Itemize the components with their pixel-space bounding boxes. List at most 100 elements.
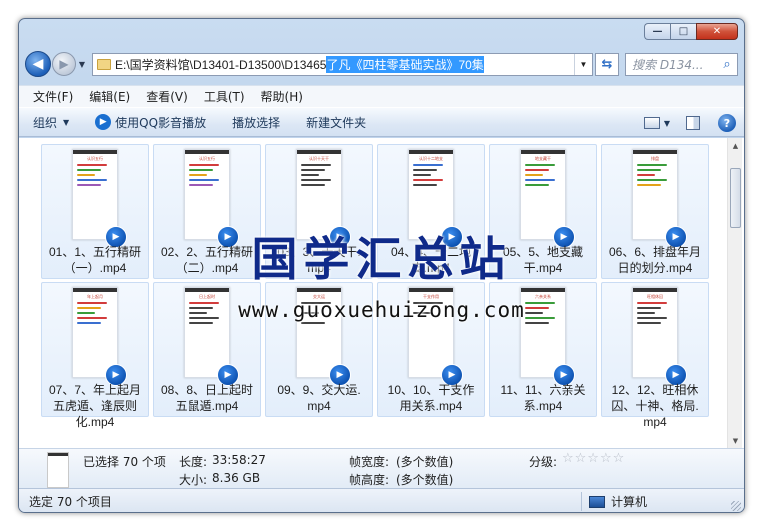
thumbnail-text-line bbox=[637, 164, 667, 166]
thumbnail-text-line bbox=[77, 164, 107, 166]
file-name: 08、8、日上起时 五鼠遁.mp4 bbox=[156, 382, 258, 414]
file-name-line: 09、9、交大运. bbox=[277, 383, 361, 397]
thumbnail-text-line bbox=[525, 322, 549, 324]
menu-tools[interactable]: 工具(T) bbox=[204, 88, 245, 105]
size-value: 8.36 GB bbox=[212, 471, 261, 485]
thumbnail-text-line bbox=[301, 164, 331, 166]
help-icon[interactable]: ? bbox=[718, 114, 736, 132]
thumbnail-text-line bbox=[413, 174, 431, 176]
back-button[interactable]: ◀ bbox=[25, 51, 51, 77]
forward-button[interactable]: ▶ bbox=[52, 52, 76, 76]
address-dropdown-icon[interactable]: ▼ bbox=[574, 53, 592, 75]
thumbnail-text-line bbox=[301, 184, 325, 186]
thumbnail-status-bar bbox=[633, 288, 677, 292]
command-bar-right: ▼ ? bbox=[643, 114, 736, 132]
file-name-line: 用关系.mp4 bbox=[399, 399, 463, 413]
new-folder-button[interactable]: 新建文件夹 bbox=[306, 114, 366, 131]
thumbnail-text-line bbox=[637, 169, 661, 171]
thumbnail-text-line bbox=[637, 174, 655, 176]
selected-count: 已选择 70 个项 bbox=[83, 455, 166, 469]
thumbnail-text-line bbox=[189, 179, 219, 181]
vertical-scrollbar[interactable]: ▲ ▼ bbox=[727, 138, 742, 448]
menu-help[interactable]: 帮助(H) bbox=[261, 88, 303, 105]
play-selection-button[interactable]: 播放选择 bbox=[232, 114, 280, 131]
thumbnail-text-line bbox=[189, 169, 213, 171]
command-bar: 组织 ▼ ▶ 使用QQ影音播放 播放选择 新建文件夹 ▼ ? bbox=[19, 107, 744, 137]
computer-icon bbox=[589, 495, 605, 508]
file-list-area: 认识五行 ▶ 01、1、五行精研 （一）.mp4 认识五行 ▶ 02、2、五行精研 （二）.m… bbox=[19, 138, 744, 448]
thumbnail-text-line bbox=[637, 184, 661, 186]
thumbnail-text-line bbox=[413, 184, 437, 186]
search-input[interactable]: 搜索 D134... ⌕ bbox=[625, 52, 738, 76]
minimize-button[interactable]: — bbox=[644, 23, 670, 40]
file-name-line: mp4 bbox=[643, 415, 667, 429]
selection-thumbnail bbox=[47, 452, 69, 488]
frame-width-value: (多个数值) bbox=[396, 455, 454, 469]
scroll-up-icon[interactable]: ▲ bbox=[728, 138, 743, 153]
new-folder-label: 新建文件夹 bbox=[306, 115, 367, 130]
play-with-qq-button[interactable]: ▶ 使用QQ影音播放 bbox=[95, 114, 206, 131]
file-name-line: 08、8、日上起时 bbox=[160, 383, 254, 397]
thumbnail-text-line bbox=[413, 169, 437, 171]
watermark-title: 国学汇总站 bbox=[251, 232, 512, 286]
thumbnail-text-line bbox=[301, 322, 325, 324]
thumbnail-status-bar bbox=[185, 288, 229, 292]
thumbnail-text-line bbox=[301, 169, 325, 171]
frame-height-value: (多个数值) bbox=[396, 473, 454, 487]
address-selected-text: 了凡《四柱零基础实战》70集 bbox=[326, 55, 484, 73]
refresh-icon[interactable]: ⇆ bbox=[595, 52, 619, 76]
file-name: 11、11、六亲关 系.mp4 bbox=[492, 382, 594, 414]
address-bar[interactable]: E:\国学资料馆\D13401-D13500\D13465 了凡《四柱零基础实战… bbox=[92, 52, 593, 76]
preview-pane-icon[interactable] bbox=[686, 116, 700, 130]
file-name-line: 07、7、年上起月 bbox=[48, 383, 142, 397]
file-name: 07、7、年上起月 五虎遁、逢辰则 化.mp4 bbox=[44, 382, 146, 430]
maximize-button[interactable]: □ bbox=[670, 23, 696, 40]
recent-pages-dropdown-icon[interactable]: ▼ bbox=[76, 60, 88, 69]
frame-width-label: 帧宽度: bbox=[349, 455, 390, 469]
file-name-line: mp4 bbox=[307, 399, 331, 413]
thumbnail-title: 认识十二地支 bbox=[419, 156, 443, 161]
thumbnail-title: 认识十天干 bbox=[309, 156, 329, 161]
thumbnail-text-line bbox=[413, 322, 437, 324]
thumbnail-status-bar bbox=[297, 150, 341, 154]
menu-edit[interactable]: 编辑(E) bbox=[89, 88, 130, 105]
address-path: E:\国学资料馆\D13401-D13500\D13465 bbox=[115, 57, 327, 72]
thumbnail-text-line bbox=[189, 322, 213, 324]
file-name-line: 12、12、旺相休 bbox=[611, 383, 699, 397]
thumbnail-status-bar bbox=[409, 288, 453, 292]
scroll-thumb[interactable] bbox=[730, 168, 741, 228]
menu-view[interactable]: 查看(V) bbox=[146, 88, 188, 105]
frame-height-label: 帧高度: bbox=[349, 473, 390, 487]
file-name-line: 五虎遁、逢辰则 bbox=[52, 399, 137, 413]
search-icon[interactable]: ⌕ bbox=[717, 57, 737, 72]
thumbnail-status-bar bbox=[73, 150, 117, 154]
change-view-icon[interactable] bbox=[643, 117, 660, 129]
computer-location: 计算机 bbox=[589, 493, 647, 510]
thumbnail-text-line bbox=[77, 179, 107, 181]
thumbnail-text-line bbox=[301, 174, 319, 176]
thumbnail-text-line bbox=[77, 322, 101, 324]
file-name: 10、10、干支作 用关系.mp4 bbox=[380, 382, 482, 414]
thumbnail-title: 地支藏干 bbox=[535, 156, 551, 161]
file-name-line: 10、10、干支作 bbox=[387, 383, 475, 397]
thumbnail-text-line bbox=[301, 179, 331, 181]
menu-bar: 文件(F) 编辑(E) 查看(V) 工具(T) 帮助(H) bbox=[19, 85, 744, 107]
view-dropdown-icon[interactable]: ▼ bbox=[664, 119, 670, 128]
status-divider bbox=[581, 492, 582, 511]
qq-player-icon: ▶ bbox=[95, 114, 112, 130]
menu-file[interactable]: 文件(F) bbox=[33, 88, 73, 105]
search-placeholder: 搜索 D134... bbox=[632, 57, 704, 72]
thumbnail-title: 认识五行 bbox=[199, 156, 215, 161]
file-name: 12、12、旺相休 囚、十神、格局. mp4 bbox=[604, 382, 706, 430]
play-selection-label: 播放选择 bbox=[232, 115, 281, 130]
thumbnail-text-line bbox=[525, 169, 549, 171]
rating-stars[interactable]: ☆☆☆☆☆ bbox=[562, 451, 625, 466]
thumbnail-status-bar bbox=[297, 288, 341, 292]
close-button[interactable]: ✕ bbox=[696, 23, 738, 40]
organize-button[interactable]: 组织 ▼ bbox=[33, 114, 69, 131]
scroll-down-icon[interactable]: ▼ bbox=[728, 433, 743, 448]
thumbnail-text-line bbox=[525, 164, 555, 166]
play-with-qq-label: 使用QQ影音播放 bbox=[115, 115, 207, 130]
length-label: 长度: bbox=[179, 455, 208, 469]
resize-grip[interactable] bbox=[731, 501, 741, 511]
